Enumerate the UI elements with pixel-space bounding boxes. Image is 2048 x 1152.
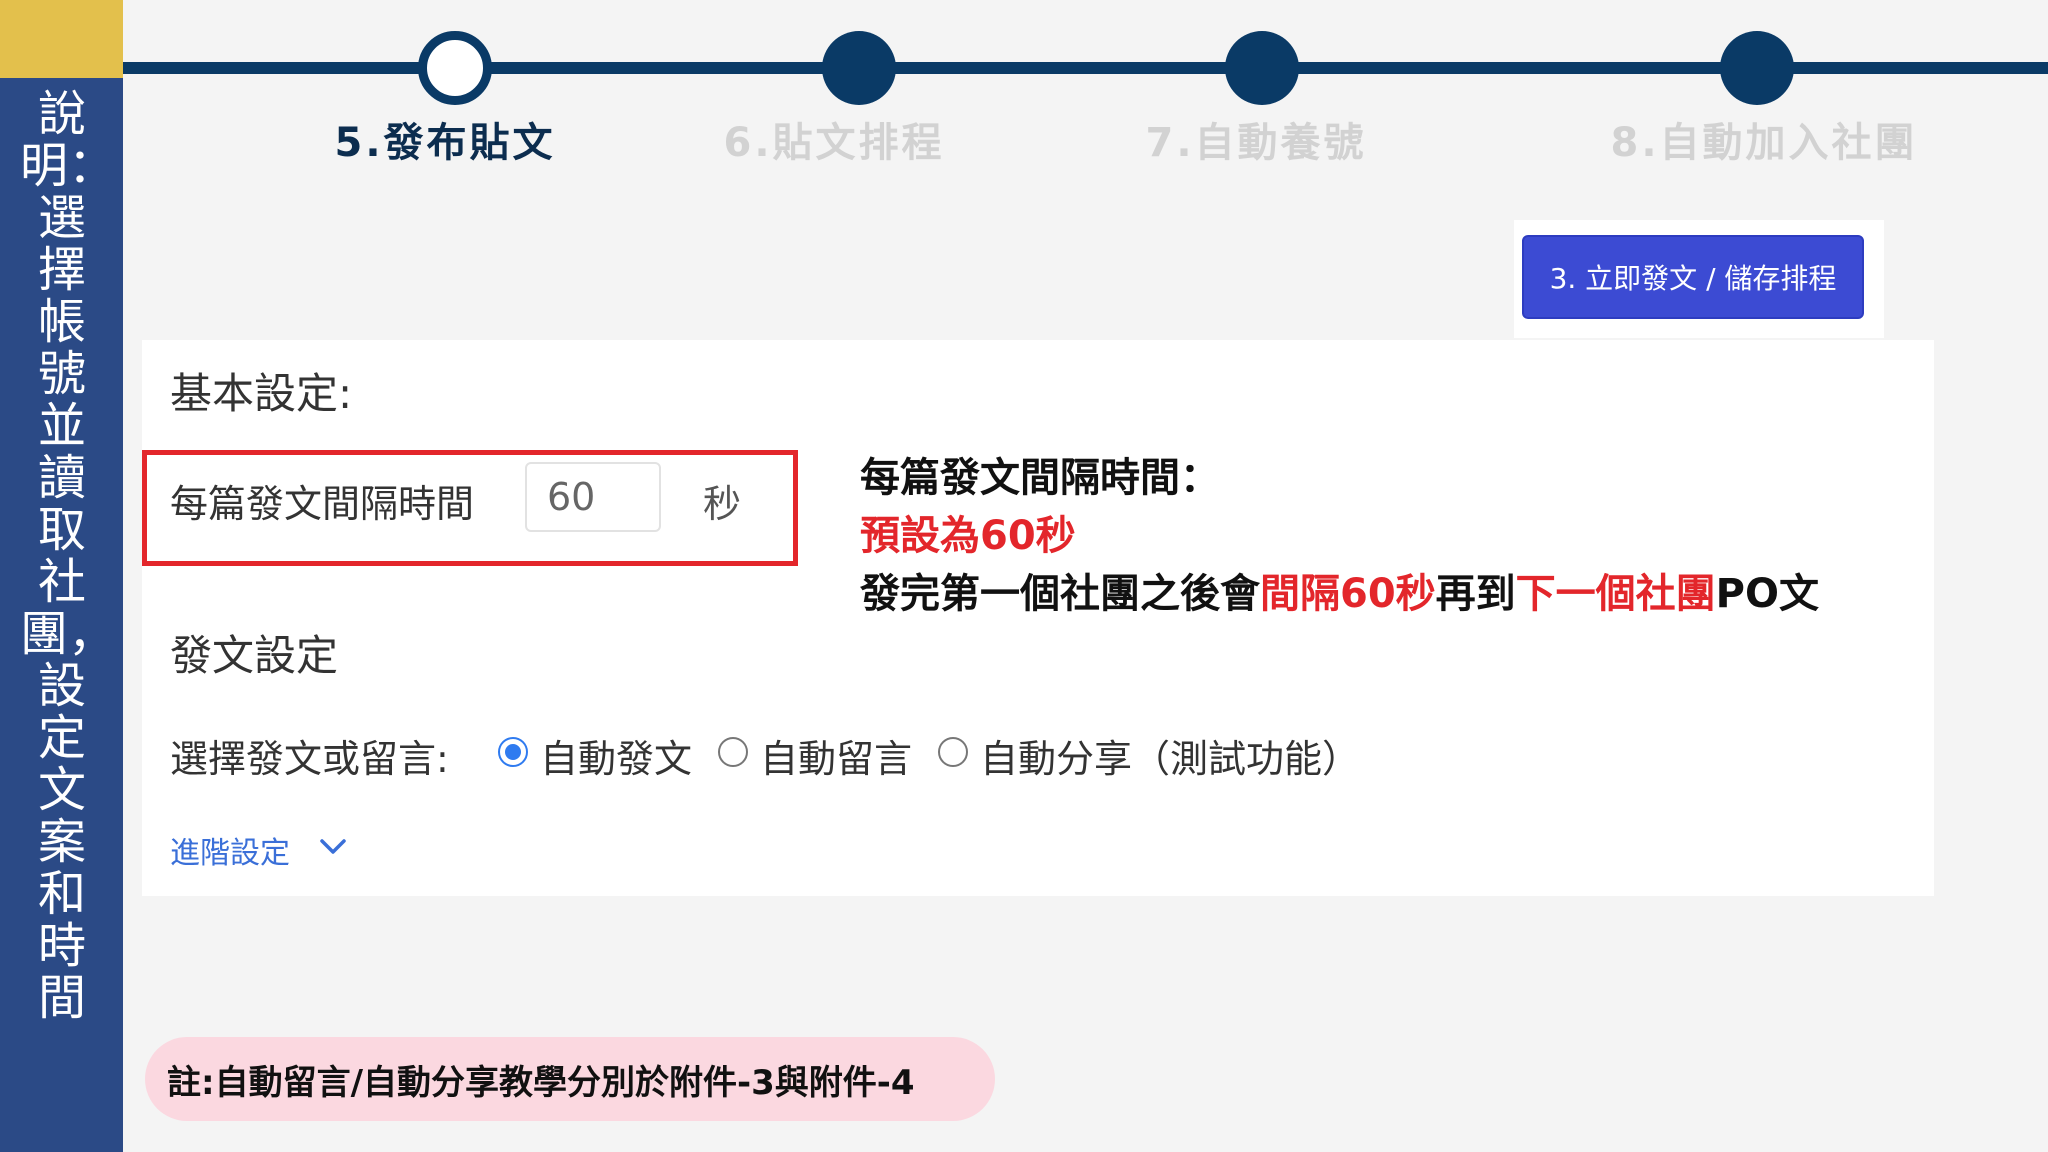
- note-badge: 註:自動留言/自動分享教學分別於附件-3與附件-4: [145, 1037, 995, 1121]
- interval-unit: 秒: [703, 482, 742, 526]
- annotation-text-part: PO文: [1715, 571, 1819, 617]
- radio-auto-post[interactable]: [498, 737, 528, 767]
- annotation-highlight: 下一個社團: [1515, 571, 1716, 617]
- post-type-label: 選擇發文或留言:: [170, 737, 449, 781]
- annotation-title: 每篇發文間隔時間：: [860, 455, 1220, 501]
- advanced-settings-link[interactable]: 進階設定: [170, 828, 290, 872]
- step-dot-5[interactable]: [418, 31, 492, 105]
- radio-auto-post-label[interactable]: 自動發文: [540, 728, 692, 783]
- sidebar-title: 說明：選擇帳號並讀取社團，設定文案和時間: [20, 86, 117, 1026]
- radio-auto-share[interactable]: [938, 737, 968, 767]
- step-dot-8[interactable]: [1720, 31, 1794, 105]
- step-label-7[interactable]: 7.自動養號: [1145, 110, 1366, 168]
- annotation-description: 發完第一個社團之後會間隔60秒再到下一個社團PO文: [860, 561, 1819, 619]
- interval-label: 每篇發文間隔時間: [170, 482, 475, 526]
- step-label-8[interactable]: 8.自動加入社團: [1610, 110, 1917, 168]
- step-dot-7[interactable]: [1225, 31, 1299, 105]
- step-label-6[interactable]: 6.貼文排程: [723, 110, 944, 168]
- radio-auto-share-label[interactable]: 自動分享（測試功能）: [980, 728, 1360, 783]
- step-dot-6[interactable]: [822, 31, 896, 105]
- radio-auto-comment[interactable]: [718, 737, 748, 767]
- basic-settings-heading: 基本設定:: [170, 369, 353, 418]
- annotation-highlight: 間隔60秒: [1260, 571, 1436, 617]
- post-now-save-schedule-button[interactable]: 3. 立即發文 / 儲存排程: [1522, 235, 1864, 319]
- post-settings-heading: 發文設定: [170, 631, 339, 680]
- annotation-text-part: 再到: [1435, 571, 1516, 617]
- annotation-text-part: 發完第一個社團之後會: [860, 571, 1260, 617]
- annotation-default: 預設為60秒: [860, 513, 1076, 559]
- chevron-down-icon[interactable]: [318, 836, 348, 858]
- sidebar-accent: [0, 0, 123, 78]
- step-label-5[interactable]: 5.發布貼文: [334, 110, 555, 168]
- radio-auto-comment-label[interactable]: 自動留言: [760, 728, 912, 783]
- interval-input[interactable]: [525, 462, 661, 532]
